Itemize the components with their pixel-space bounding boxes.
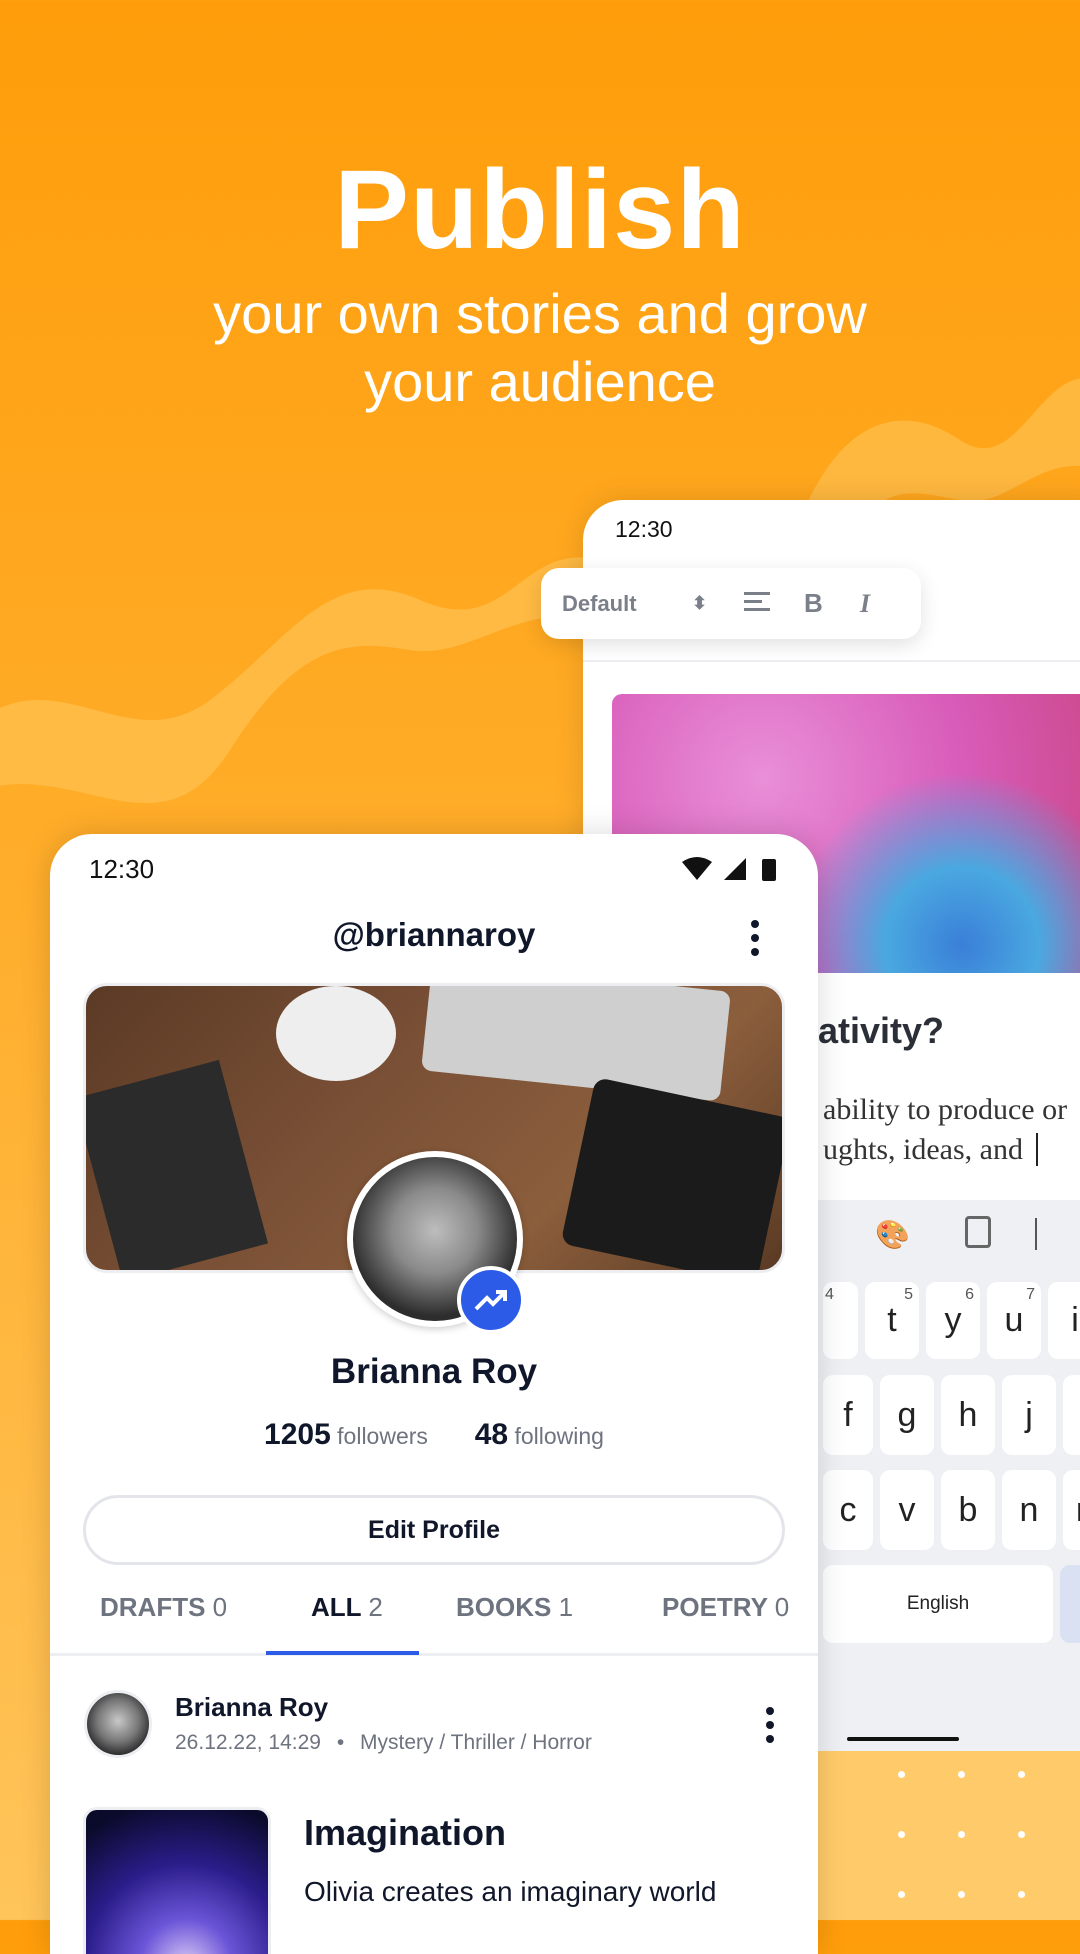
key-f[interactable]: f — [823, 1375, 873, 1455]
key-v[interactable]: v — [880, 1470, 934, 1550]
post-meta: 26.12.22, 14:29 • Mystery / Thriller / H… — [175, 1731, 592, 1755]
profile-phone: 12:30 @briannaroy Brianna Roy 1205 follo… — [50, 834, 818, 1954]
tabs-divider — [50, 1653, 818, 1656]
story-heading[interactable]: ativity? — [818, 1010, 944, 1052]
username-title: @briannaroy — [332, 916, 536, 953]
text-cursor — [1036, 1133, 1046, 1166]
key-h[interactable]: h — [941, 1375, 995, 1455]
post-more-options-icon[interactable] — [766, 1707, 774, 1749]
followers-count[interactable]: 1205 — [264, 1418, 331, 1451]
tab-books[interactable]: BOOKS 1 — [456, 1592, 573, 1623]
key-t[interactable]: t5 — [865, 1282, 919, 1359]
clipboard-icon[interactable] — [965, 1216, 991, 1248]
following-label[interactable]: following — [514, 1423, 604, 1449]
divider — [583, 660, 1080, 662]
align-left-icon[interactable] — [744, 591, 804, 616]
key-k[interactable]: k — [1063, 1375, 1080, 1455]
story-body[interactable]: ability to produce or ughts, ideas, and — [823, 1090, 1067, 1170]
more-options-icon[interactable] — [751, 920, 759, 962]
post-date: 26.12.22, 14:29 — [175, 1731, 321, 1754]
profile-stats: 1205 followers 48 following — [50, 1418, 818, 1452]
enter-key[interactable] — [1060, 1565, 1080, 1643]
palette-icon[interactable]: 🎨 — [875, 1218, 910, 1251]
nav-handle[interactable] — [847, 1737, 959, 1741]
body-line: ability to produce or — [823, 1093, 1068, 1126]
trending-badge-icon — [457, 1266, 525, 1334]
tab-poetry[interactable]: POETRY 0 — [662, 1592, 789, 1623]
status-time: 12:30 — [615, 516, 673, 542]
hero-subtitle-line: your own stories and grow — [213, 282, 867, 345]
followers-label[interactable]: followers — [337, 1423, 428, 1449]
signal-icon — [724, 858, 746, 880]
status-time: 12:30 — [89, 854, 155, 884]
post-author-avatar[interactable] — [84, 1690, 152, 1758]
key-n[interactable]: n — [1002, 1470, 1056, 1550]
key-g[interactable]: g — [880, 1375, 934, 1455]
tab-all[interactable]: ALL 2 — [311, 1592, 383, 1623]
battery-icon — [762, 859, 776, 881]
key-y[interactable]: y6 — [926, 1282, 980, 1359]
key-b[interactable]: b — [941, 1470, 995, 1550]
body-line: ughts, ideas, and — [823, 1133, 1023, 1166]
edit-profile-button[interactable]: Edit Profile — [83, 1495, 785, 1565]
post-author-name[interactable]: Brianna Roy — [175, 1692, 328, 1723]
bold-icon[interactable]: B — [804, 588, 860, 619]
hero-subtitle-line: your audience — [364, 350, 716, 413]
key-c[interactable]: c — [823, 1470, 873, 1550]
key-m[interactable]: m — [1063, 1470, 1080, 1550]
wifi-icon — [682, 857, 712, 880]
separator: • — [336, 1731, 345, 1754]
sort-arrows-icon[interactable]: ⬍ — [692, 593, 744, 614]
tab-drafts[interactable]: DRAFTS 0 — [100, 1592, 227, 1623]
hero-title: Publish — [334, 147, 746, 272]
format-toolbar: Default ⬍ B I — [541, 568, 921, 639]
divider — [1035, 1218, 1037, 1250]
profile-name: Brianna Roy — [330, 1352, 538, 1391]
post-thumbnail[interactable] — [83, 1807, 271, 1954]
status-icons — [682, 857, 776, 881]
key-j[interactable]: j — [1002, 1375, 1056, 1455]
post-excerpt: Olivia creates an imaginary world — [304, 1876, 717, 1907]
following-count[interactable]: 48 — [475, 1418, 508, 1451]
hero-subtitle: your own stories and grow your audience — [0, 280, 1080, 416]
key-u[interactable]: u7 — [987, 1282, 1041, 1359]
space-key[interactable]: English — [823, 1565, 1053, 1643]
key-i[interactable]: i8 — [1048, 1282, 1080, 1359]
active-tab-indicator — [266, 1651, 419, 1655]
post-genres: Mystery / Thriller / Horror — [360, 1731, 592, 1754]
key-r[interactable]: 4 — [823, 1282, 858, 1359]
style-select[interactable]: Default — [562, 591, 692, 617]
post-title[interactable]: Imagination — [304, 1812, 506, 1854]
italic-icon[interactable]: I — [860, 589, 870, 619]
